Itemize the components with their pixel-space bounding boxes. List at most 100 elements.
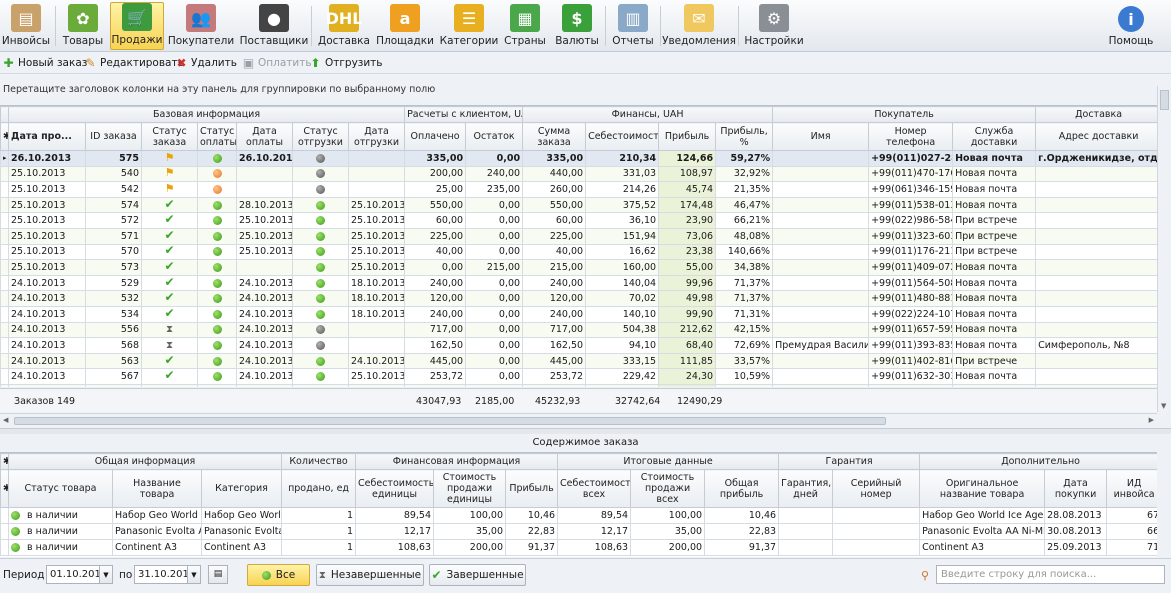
table-row[interactable]: 24.10.2013 563 ✔ 24.10.2013 24.10.2013 445,00… [0,352,1157,370]
filter-complete-button[interactable]: ✔ Завершенные [429,564,526,586]
column-header[interactable]: Стоимость продажи всех [630,469,706,508]
column-header[interactable]: Номер телефона [868,122,954,151]
ribbon-categories-button[interactable]: ☰ Категории [440,2,498,50]
group-by-panel[interactable]: Перетащите заголовок колонки на эту пане… [0,78,1157,102]
column-header[interactable]: Остаток [465,122,524,151]
date-to-field[interactable]: 31.10.2013 [134,565,195,584]
column-header[interactable]: Название товара [112,469,202,508]
table-row[interactable]: в наличииНабор Geo World IceНабор Geo Wo… [0,507,1157,524]
ribbon-invoices-button[interactable]: ▤ Инвойсы [0,2,52,50]
cell [772,227,870,245]
ribbon-suppliers-button[interactable]: ● Поставщики [240,2,308,50]
table-row[interactable]: 25.10.2013 570 ✔ 25.10.2013 25.10.2013 40,00 0… [0,243,1157,261]
scroll-right-icon[interactable]: ▶ [1149,416,1154,424]
ribbon-marketplaces-button[interactable]: a Площадки [376,2,434,50]
ribbon-products-button[interactable]: ✿ Товары [60,2,106,50]
ribbon-reports-button[interactable]: ▥ Отчеты [610,2,656,50]
column-header[interactable]: Дата отгрузки [347,122,406,151]
column-header[interactable]: Статус оплаты [197,122,237,151]
ribbon-customers-button[interactable]: 👥 Покупатели [168,2,234,50]
column-header[interactable]: Прибыль [658,122,717,151]
column-header[interactable]: Прибыль, % [715,122,774,151]
table-row[interactable]: в наличии Continent A3 Continent A3 1 108,63… [0,539,1157,556]
column-header[interactable]: Сумма заказа [522,122,587,151]
ship-button[interactable]: ⬆ Отгрузить [309,56,382,70]
table-row[interactable]: в наличииPanasonic Evolta AAPanasonic Ev… [0,523,1157,540]
column-header[interactable]: ИД инвойса [1106,469,1157,508]
search-input[interactable]: Введите строку для поиска... [936,565,1165,584]
column-header[interactable]: Серийный номер [832,469,921,508]
column-header[interactable]: продано, ед [281,469,357,508]
date-from-field[interactable]: 01.10.2013 [46,565,107,584]
cell: 108,63 [557,539,632,556]
column-header[interactable]: ID заказа [85,122,142,151]
column-header[interactable]: Статус заказа [141,122,198,151]
scroll-left-icon[interactable]: ◀ [3,416,8,424]
total-sum: 45232,93 [535,396,581,407]
column-header[interactable]: Прибыль [505,469,559,508]
table-row[interactable]: 24.10.2013 568 ⧗ 24.10.2013 162,50 0,00 162,50… [0,337,1157,354]
date-from-dropdown-icon[interactable]: ▼ [99,565,113,584]
ribbon-settings-button[interactable]: ⚙ Настройки [744,2,804,50]
column-header[interactable]: Статус отгрузки [292,122,349,151]
table-row[interactable]: ▸26.10.2013575⚑26.10.2013335,000,00335,0… [0,150,1157,167]
column-header[interactable]: Общая прибыль [704,469,780,508]
scroll-down-icon[interactable]: ▼ [1161,402,1166,410]
column-header[interactable]: Оригинальное название товара [919,469,1046,508]
column-header[interactable]: Гарантия, дней [778,469,834,508]
table-row[interactable]: 25.10.2013 573 ✔ 25.10.2013 0,00 215,00 215,00… [0,259,1157,276]
orders-horizontal-scrollbar[interactable]: ◀ ▶ [0,413,1157,427]
delete-button[interactable]: ✖ Удалить [175,56,236,70]
column-header[interactable]: Статус товара [8,469,113,508]
pay-button[interactable]: ▣ Оплатить [242,56,312,70]
column-header[interactable]: Оплачено [404,122,467,151]
filter-all-button[interactable]: Все [247,564,310,586]
table-row[interactable]: 24.10.2013 529 ✔ 24.10.2013 18.10.2013 240,00… [0,274,1157,292]
table-row[interactable]: 24.10.2013 532 ✔ 24.10.2013 18.10.2013 120,00… [0,290,1157,307]
ribbon-notifications-button[interactable]: ✉ Уведомления [662,2,736,50]
cell: 253,72 [404,368,467,385]
column-header[interactable]: Себестоимость [585,122,660,151]
column-header[interactable]: Имя [772,122,870,151]
column-header[interactable]: Дата покупки [1044,469,1108,508]
table-row[interactable]: 24.10.2013 534 ✔ 24.10.2013 18.10.2013 240,00… [0,305,1157,323]
date-to-dropdown-icon[interactable]: ▼ [187,565,201,584]
edit-button[interactable]: ✎ Редактировать [84,56,183,70]
table-row[interactable]: 24.10.2013 567 ✔ 24.10.2013 25.10.2013 253,72… [0,368,1157,385]
column-header[interactable]: Дата оплаты [236,122,293,151]
table-row[interactable]: 25.10.2013 540 ⚑ 200,00 240,00 440,00 331,03 10… [0,165,1157,183]
orders-vertical-scrollbar[interactable]: ▼ [1157,86,1171,412]
cell: 331,03 [585,165,660,183]
ribbon-countries-button[interactable]: ▦ Страны [502,2,548,50]
column-header[interactable]: Дата про... [8,122,86,151]
filter-incomplete-button[interactable]: ⧗ Незавершенные [316,564,424,586]
ribbon-help-button[interactable]: i Помощь [1108,2,1154,50]
ribbon-delivery-button[interactable]: DHL Доставка [318,2,370,50]
column-header[interactable]: Стоимость продажи единицы [433,469,507,508]
row-indicator [0,259,9,276]
column-header[interactable]: Себестоимость всех [557,469,632,508]
column-header[interactable]: Адрес доставки [1035,122,1157,151]
table-row[interactable]: 24.10.2013 556 ⧗ 24.10.2013 717,00 0,00 717,00… [0,321,1157,339]
table-row[interactable]: 25.10.2013 572 ✔ 25.10.2013 25.10.2013 60,00 0… [0,212,1157,229]
settings-icon: ⚙ [759,4,789,32]
table-row[interactable]: 25.10.2013 571 ✔ 25.10.2013 25.10.2013 225,00… [0,227,1157,245]
column-header[interactable]: Служба доставки [952,122,1037,151]
scroll-thumb[interactable] [1160,90,1169,110]
scroll-thumb[interactable] [14,417,886,425]
ribbon-sales-button[interactable]: 🛒 Продажи [110,2,164,50]
cell: Набор Geo World Ice Age Ex [919,507,1046,524]
cell: 40,00 [522,243,587,261]
table-row[interactable]: 25.10.2013 574 ✔ 28.10.2013 25.10.2013 550,00… [0,196,1157,214]
band-header: Финансы, UAH [522,106,774,123]
table-row[interactable]: 23.10.2013561✔24.10.201324.10.2013250,00… [0,383,1157,387]
ribbon-currencies-button[interactable]: $ Валюты [554,2,600,50]
table-row[interactable]: 25.10.2013 542 ⚑ 25,00 235,00 260,00 214,26 45,… [0,181,1157,198]
cell [1035,212,1157,229]
column-header[interactable]: Категория [200,469,283,508]
period-menu-icon[interactable]: ▤ [208,565,228,584]
column-header[interactable]: Себестоимость единицы [355,469,435,508]
cell: Премудрая Василиса [772,337,870,354]
new-order-button[interactable]: ✚ Новый заказ [2,56,87,70]
panel-splitter[interactable] [0,428,1171,434]
